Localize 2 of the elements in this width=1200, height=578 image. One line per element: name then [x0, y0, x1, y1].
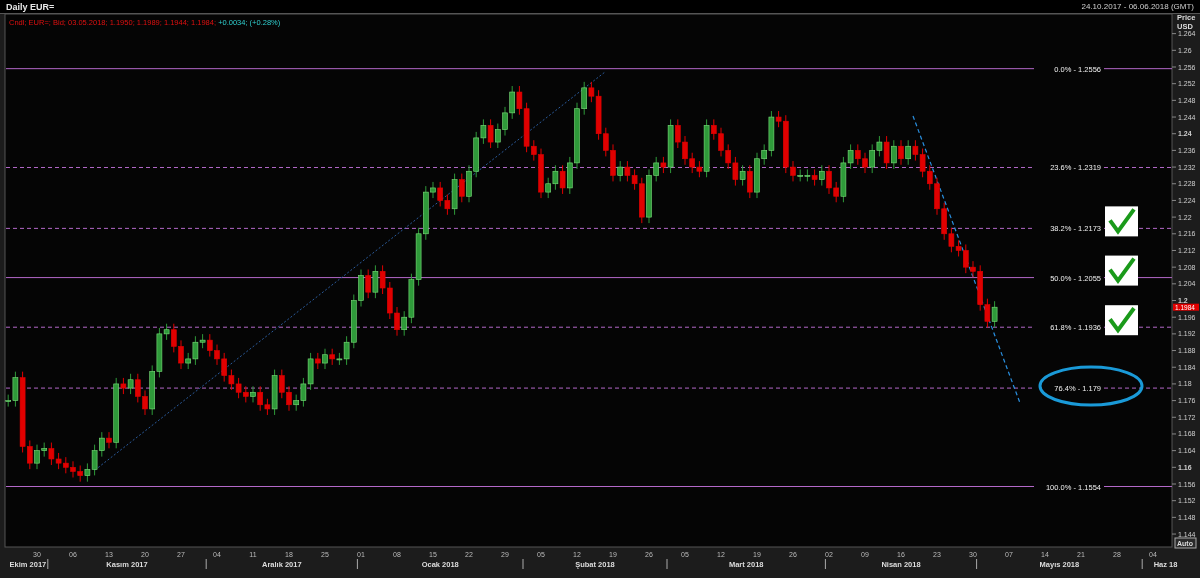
date-range: 24.10.2017 - 06.06.2018 (GMT) [1081, 2, 1194, 11]
chart-title: Daily EUR= [6, 1, 55, 12]
